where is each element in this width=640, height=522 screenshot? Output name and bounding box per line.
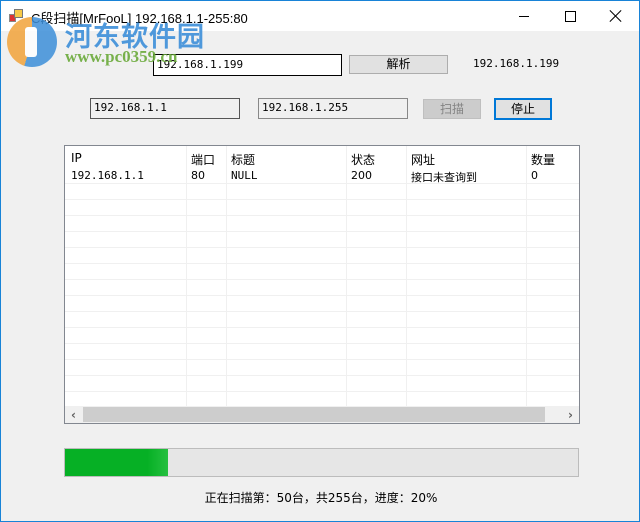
table-cell: 接口未查询到 (411, 171, 477, 184)
table-row (65, 200, 579, 216)
chevron-right-icon: › (568, 407, 573, 422)
table-row (65, 312, 579, 328)
close-icon (610, 10, 622, 22)
table-row (65, 296, 579, 312)
table-row[interactable]: 192.168.1.1 80 NULL 200 接口未查询到 0 (65, 168, 579, 184)
column-header[interactable]: 端口 (191, 151, 215, 168)
table-cell: 0 (531, 169, 538, 182)
close-button[interactable] (593, 1, 639, 31)
table-cell: 200 (351, 169, 372, 182)
host-input[interactable]: 192.168.1.199 (153, 54, 342, 76)
window-title: C段扫描[MrFooL] 192.168.1.1-255:80 (31, 11, 248, 26)
table-row (65, 360, 579, 376)
maximize-icon (564, 10, 576, 22)
status-text: 正在扫描第：50台，共255台，进度：20% (204, 491, 438, 505)
stop-button[interactable]: 停止 (494, 98, 552, 120)
table-row (65, 248, 579, 264)
app-window: C段扫描[MrFooL] 192.168.1.1-255:80 192.168.… (0, 0, 640, 522)
title-bar[interactable]: C段扫描[MrFooL] 192.168.1.1-255:80 (1, 1, 639, 31)
table-row (65, 216, 579, 232)
maximize-button[interactable] (547, 1, 593, 31)
minimize-button[interactable] (501, 1, 547, 31)
horizontal-scrollbar[interactable]: ‹ › (65, 406, 579, 423)
table-cell: 80 (191, 169, 205, 182)
table-row (65, 376, 579, 392)
chevron-left-icon: ‹ (71, 407, 76, 422)
table-row (65, 328, 579, 344)
progress-fill (65, 449, 168, 476)
table-row (65, 232, 579, 248)
column-header[interactable]: 标题 (231, 151, 255, 168)
app-icon (9, 9, 23, 23)
start-ip-input[interactable]: 192.168.1.1 (90, 98, 240, 119)
end-ip-input[interactable]: 192.168.1.255 (258, 98, 408, 119)
table-row (65, 280, 579, 296)
list-header: IP 端口 标题 状态 网址 数量 (65, 146, 579, 168)
scroll-right-button[interactable]: › (562, 406, 579, 423)
resolve-button[interactable]: 解析 (349, 55, 448, 74)
table-row (65, 264, 579, 280)
table-row (65, 184, 579, 200)
column-header[interactable]: IP (71, 151, 82, 165)
column-header[interactable]: 数量 (531, 151, 555, 168)
column-header[interactable]: 状态 (351, 151, 375, 168)
table-cell: NULL (231, 169, 258, 182)
scan-button[interactable]: 扫描 (423, 99, 481, 119)
table-row (65, 344, 579, 360)
column-header[interactable]: 网址 (411, 151, 435, 168)
scrollbar-thumb[interactable] (83, 407, 545, 422)
results-list[interactable]: IP 端口 标题 状态 网址 数量 192.168.1.1 80 NULL 200 接口未查询到 0… (64, 145, 580, 424)
scroll-left-button[interactable]: ‹ (65, 406, 82, 423)
scan-progress-bar (64, 448, 579, 477)
minimize-icon (519, 15, 529, 17)
table-cell: 192.168.1.1 (71, 169, 144, 182)
resolved-ip-label: 192.168.1.199 (473, 57, 560, 70)
